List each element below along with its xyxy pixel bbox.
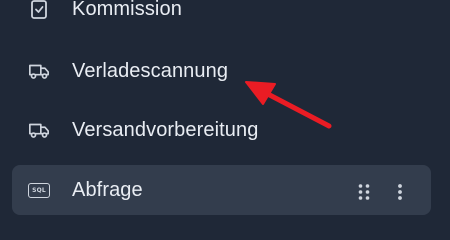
sql-icon: SQL	[28, 179, 50, 201]
sql-icon-text: SQL	[28, 182, 50, 198]
sidebar-item-kommission[interactable]: Kommission	[0, 0, 450, 26]
more-options-icon[interactable]	[393, 183, 407, 201]
truck-icon	[28, 60, 50, 82]
sidebar-item-label: Kommission	[72, 0, 182, 20]
truck-icon	[28, 119, 50, 141]
sidebar-item-abfrage[interactable]: SQL Abfrage	[12, 165, 431, 215]
clipboard-check-icon	[28, 0, 50, 20]
sidebar-item-versandvorbereitung[interactable]: Versandvorbereitung	[0, 113, 450, 147]
sidebar-item-label: Abfrage	[72, 178, 143, 201]
sidebar-item-label: Verladescannung	[72, 59, 229, 82]
sidebar-item-label: Versandvorbereitung	[72, 118, 259, 141]
sidebar-item-verladescannung[interactable]: Verladescannung	[0, 54, 450, 88]
sidebar: Kommission Verladescannung Versandvorber…	[0, 0, 450, 215]
drag-handle-icon[interactable]	[357, 183, 371, 201]
